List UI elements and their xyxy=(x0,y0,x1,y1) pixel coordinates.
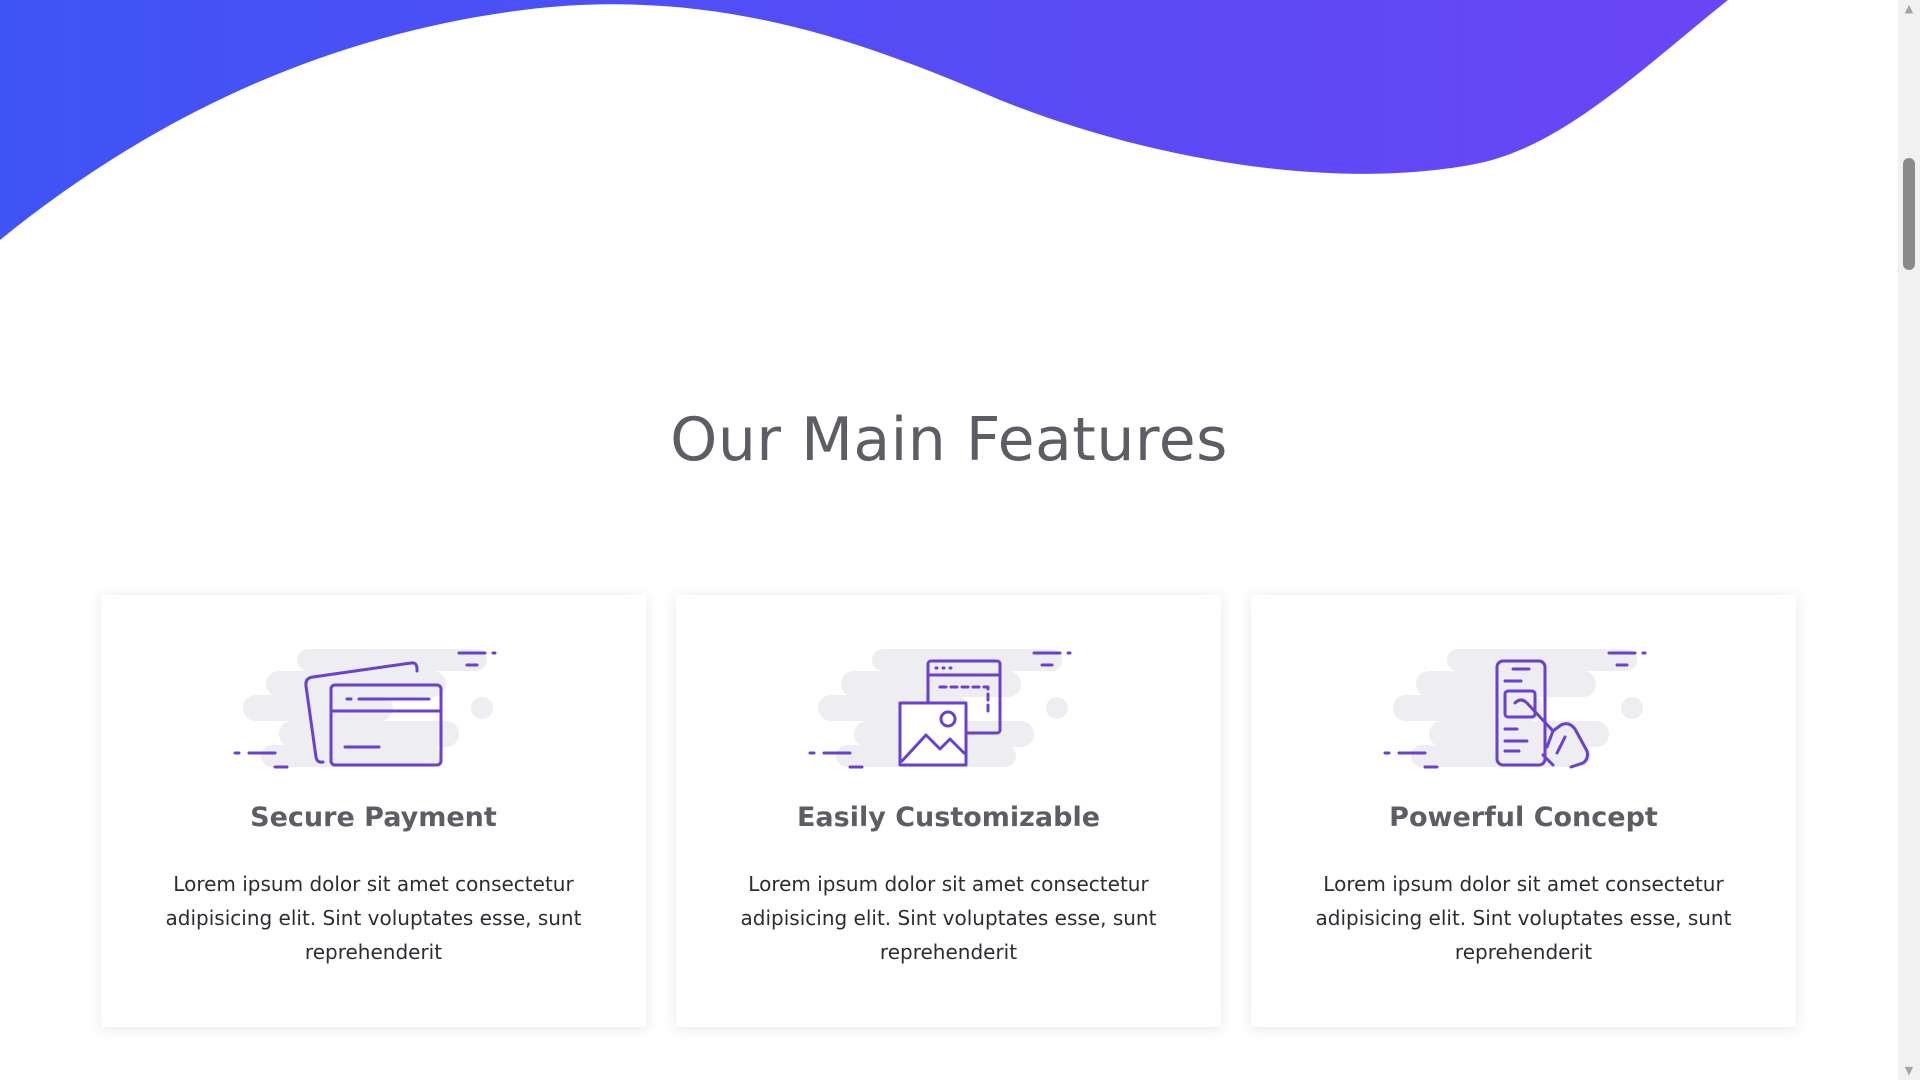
section-title: Our Main Features xyxy=(670,405,1228,475)
feature-description: Lorem ipsum dolor sit amet consectetur a… xyxy=(1315,872,1732,964)
vertical-scrollbar[interactable]: ▲ ▼ xyxy=(1898,0,1920,1080)
hero-wave-background xyxy=(0,0,1728,240)
feature-title: Powerful Concept xyxy=(1389,802,1658,833)
scroll-thumb[interactable] xyxy=(1903,158,1915,270)
scroll-down-arrow-icon[interactable]: ▼ xyxy=(1898,1062,1920,1080)
feature-title: Easily Customizable xyxy=(796,802,1101,833)
feature-card-easily-customizable: Easily Customizable Lorem ipsum dolor si… xyxy=(676,595,1221,1027)
scroll-up-arrow-icon[interactable]: ▲ xyxy=(1898,0,1920,18)
feature-card-powerful-concept: Powerful Concept Lorem ipsum dolor sit a… xyxy=(1251,595,1796,1027)
features-list: Secure Payment Lorem ipsum dolor sit ame… xyxy=(101,595,1796,1027)
credit-card-icon xyxy=(233,649,497,769)
image-window-icon xyxy=(808,649,1072,769)
feature-description: Lorem ipsum dolor sit amet consectetur a… xyxy=(165,872,582,964)
page: Our Main Features Secure Payment Lorem i… xyxy=(0,0,1920,1080)
phone-touch-icon xyxy=(1383,649,1647,769)
feature-description: Lorem ipsum dolor sit amet consectetur a… xyxy=(740,872,1157,964)
feature-title: Secure Payment xyxy=(250,802,497,833)
feature-card-secure-payment: Secure Payment Lorem ipsum dolor sit ame… xyxy=(101,595,646,1027)
